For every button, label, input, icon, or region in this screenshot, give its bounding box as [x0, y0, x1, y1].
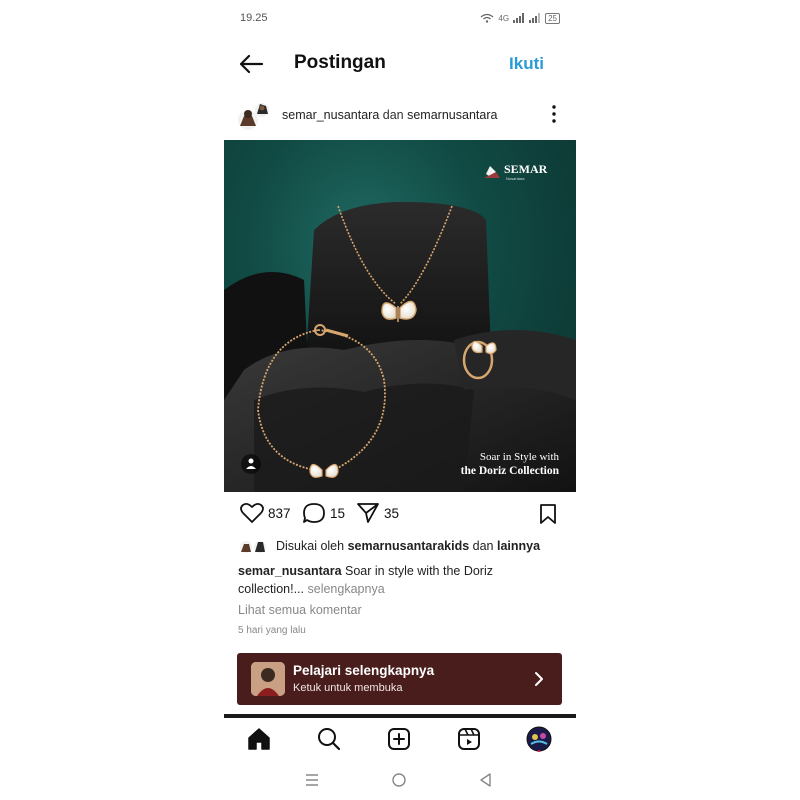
author-username[interactable]: semar_nusantara [282, 108, 379, 122]
post-actions: 837 15 35 [224, 500, 576, 530]
comment-icon[interactable] [302, 502, 326, 524]
like-action[interactable]: 837 [240, 502, 291, 524]
cta-thumbnail [251, 662, 285, 696]
battery-icon: 25 [545, 12, 560, 24]
liked-by-user[interactable]: semarnusantarakids [348, 539, 470, 553]
bottom-nav [224, 722, 576, 762]
profile-avatar[interactable] [526, 726, 552, 752]
comment-count: 15 [330, 505, 346, 521]
phone-screen: 19.25 4G 25 Postingan Ikuti semar_nusant… [224, 0, 576, 800]
network-label: 4G [498, 13, 510, 23]
status-icons: 4G 25 [480, 12, 560, 24]
coauthor-username[interactable]: semarnusantara [407, 108, 497, 122]
post-timestamp: 5 hari yang lalu [238, 625, 306, 636]
wifi-icon [481, 13, 494, 23]
share-action[interactable]: 35 [356, 502, 399, 524]
like-count: 837 [268, 505, 291, 521]
back-triangle-icon[interactable] [478, 772, 494, 788]
liked-by-prefix: Disukai oleh [276, 539, 345, 553]
caption-more-link[interactable]: selengkapnya [308, 582, 385, 596]
liked-by-row[interactable]: Disukai oleh semarnusantarakids dan lain… [238, 538, 540, 554]
caption-author[interactable]: semar_nusantara [238, 564, 342, 578]
post-author-row: semar_nusantara dan semarnusantara [224, 98, 576, 134]
home-icon[interactable] [246, 726, 272, 752]
cta-subtitle: Ketuk untuk membuka [293, 682, 403, 694]
tagline-line-2: the Doriz Collection [461, 465, 560, 477]
app-header: Postingan Ikuti [224, 44, 576, 84]
system-nav-bar [224, 770, 576, 792]
liked-by-others[interactable]: lainnya [497, 539, 540, 553]
brand-sub: Nusantara [506, 176, 525, 181]
send-icon[interactable] [356, 502, 380, 524]
jewelry-photo: SEMAR Nusantara Soar in Style with the D… [224, 162, 576, 492]
arrow-left-icon[interactable] [238, 52, 264, 76]
tagline-line-1: Soar in Style with [480, 451, 560, 463]
bookmark-icon[interactable] [538, 503, 558, 525]
reels-icon[interactable] [456, 726, 482, 752]
user-tag-icon[interactable] [241, 454, 261, 474]
search-icon[interactable] [316, 726, 342, 752]
follow-button[interactable]: Ikuti [509, 54, 544, 74]
signal-icon-2 [529, 13, 541, 23]
post-caption: semar_nusantara Soar in style with the D… [238, 562, 560, 598]
signal-icon [513, 13, 525, 23]
page-title: Postingan [294, 52, 386, 73]
chevron-right-icon [535, 672, 543, 686]
view-comments-link[interactable]: Lihat semua komentar [238, 603, 362, 617]
liked-by-and: dan [472, 539, 494, 553]
status-bar: 19.25 4G 25 [240, 10, 560, 26]
heart-icon[interactable] [240, 502, 264, 524]
comment-action[interactable]: 15 [302, 502, 345, 524]
cta-title: Pelajari selengkapnya [293, 663, 435, 678]
home-circle-icon[interactable] [391, 772, 407, 788]
more-vertical-icon[interactable] [550, 104, 558, 124]
plus-square-icon[interactable] [386, 726, 412, 752]
brand-name: SEMAR [504, 162, 548, 176]
menu-icon[interactable] [304, 772, 320, 788]
author-avatar[interactable] [236, 100, 270, 132]
status-time: 19.25 [240, 12, 268, 24]
author-connector: dan [382, 108, 404, 122]
author-names[interactable]: semar_nusantara dan semarnusantara [282, 108, 497, 122]
learn-more-banner[interactable]: Pelajari selengkapnya Ketuk untuk membuk… [237, 653, 562, 705]
brand-logo: SEMAR Nusantara [484, 162, 548, 181]
post-image[interactable]: SEMAR Nusantara Soar in Style with the D… [224, 140, 576, 492]
share-count: 35 [384, 505, 400, 521]
next-post-edge [224, 714, 576, 718]
liker-avatars [240, 541, 266, 553]
